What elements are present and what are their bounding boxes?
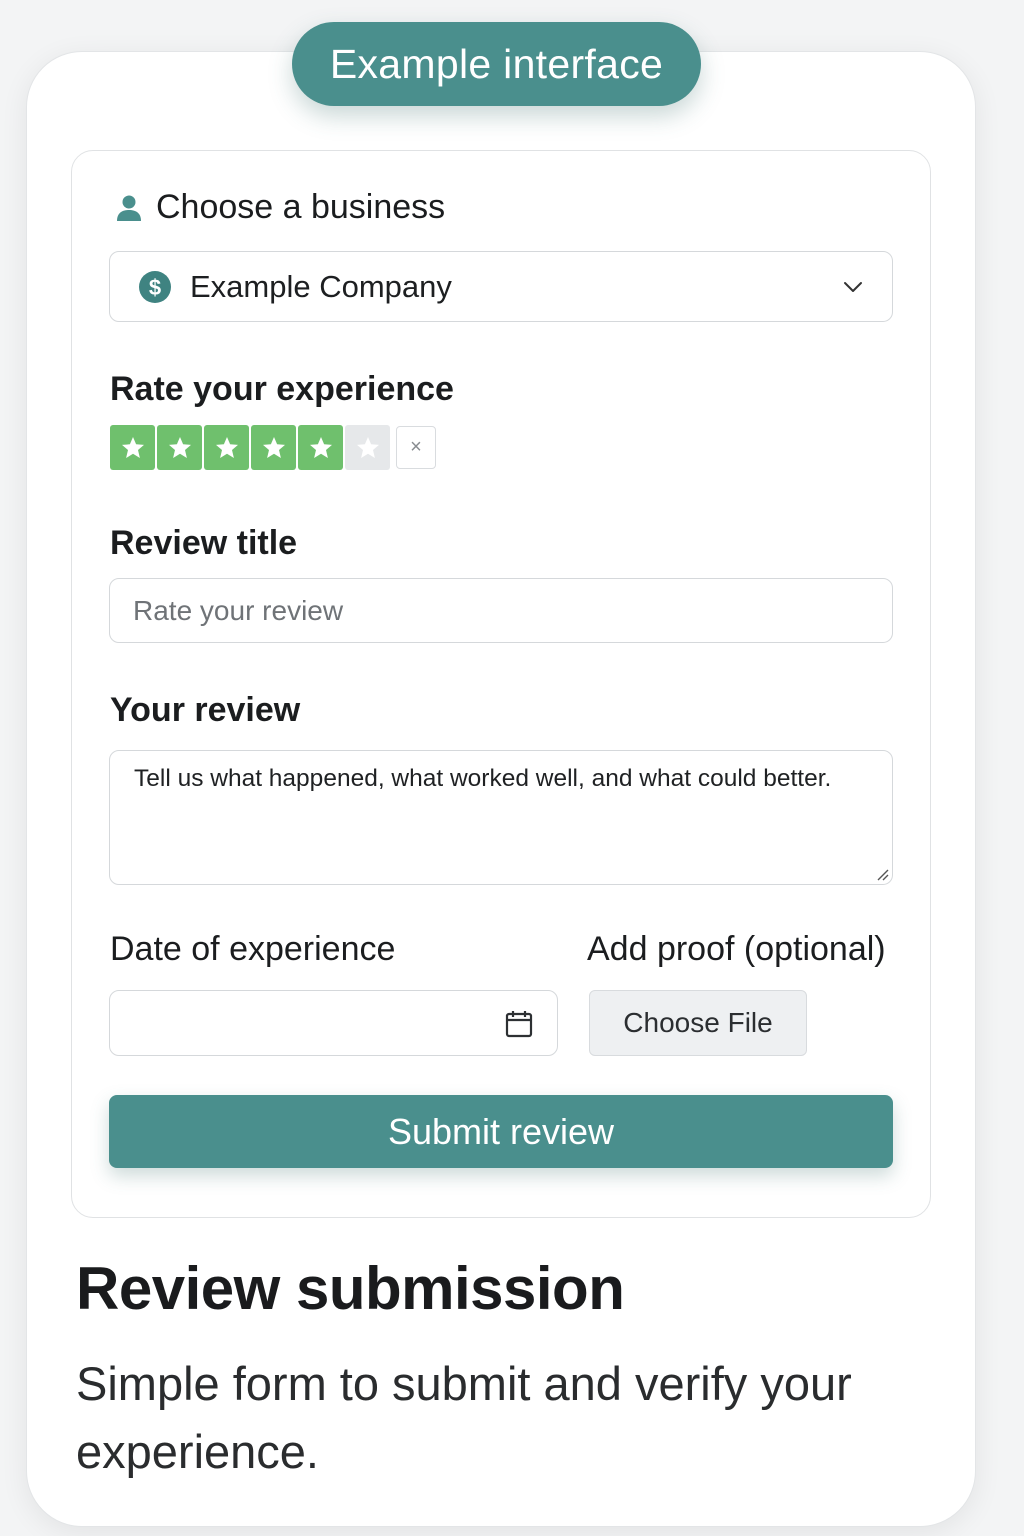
star-4[interactable] bbox=[251, 425, 296, 470]
star-icon bbox=[262, 436, 285, 458]
star-6[interactable] bbox=[345, 425, 390, 470]
page-description: Simple form to submit and verify your ex… bbox=[76, 1357, 852, 1478]
star-1[interactable] bbox=[110, 425, 155, 470]
resize-grip-icon[interactable] bbox=[875, 867, 889, 881]
star-icon bbox=[356, 436, 379, 458]
business-select[interactable]: $ Example Company bbox=[109, 251, 893, 322]
star-rating[interactable]: × bbox=[110, 425, 436, 470]
svg-text:$: $ bbox=[149, 275, 161, 300]
proof-label: Add proof (optional) bbox=[587, 930, 886, 968]
review-body-textarea[interactable]: Tell us what happened, what worked well,… bbox=[109, 750, 893, 885]
example-interface-badge: Example interface bbox=[292, 22, 701, 106]
business-field-label: Choose a business bbox=[114, 188, 445, 227]
star-2[interactable] bbox=[157, 425, 202, 470]
star-icon bbox=[121, 436, 144, 458]
star-5[interactable] bbox=[298, 425, 343, 470]
coin-icon: $ bbox=[139, 270, 171, 303]
star-3[interactable] bbox=[204, 425, 249, 470]
badge-label: Example interface bbox=[329, 40, 664, 87]
submit-review-button[interactable]: Submit review bbox=[109, 1095, 893, 1168]
choose-file-button[interactable]: Choose File bbox=[589, 990, 807, 1056]
page-heading: Review submission bbox=[76, 1255, 625, 1322]
business-label-text: Choose a business bbox=[156, 188, 446, 226]
review-title-label: Review title bbox=[110, 524, 298, 562]
rating-label: Rate your experience bbox=[110, 370, 454, 408]
choose-file-label: Choose File bbox=[623, 1007, 773, 1038]
review-title-placeholder: Rate your review bbox=[133, 594, 344, 626]
date-label: Date of experience bbox=[110, 930, 396, 968]
star-icon bbox=[168, 436, 191, 458]
star-icon bbox=[309, 436, 332, 458]
review-body-label: Your review bbox=[110, 691, 301, 729]
business-select-value: Example Company bbox=[190, 268, 452, 304]
clear-rating-button[interactable]: × bbox=[396, 426, 436, 469]
date-input[interactable] bbox=[109, 990, 558, 1056]
user-icon bbox=[117, 195, 141, 221]
star-icon bbox=[215, 436, 238, 458]
chevron-down-icon bbox=[844, 282, 862, 292]
review-body-placeholder: Tell us what happened, what worked well,… bbox=[134, 765, 832, 792]
calendar-icon[interactable] bbox=[504, 1009, 534, 1039]
submit-label: Submit review bbox=[387, 1110, 615, 1152]
review-title-input[interactable]: Rate your review bbox=[109, 578, 893, 643]
